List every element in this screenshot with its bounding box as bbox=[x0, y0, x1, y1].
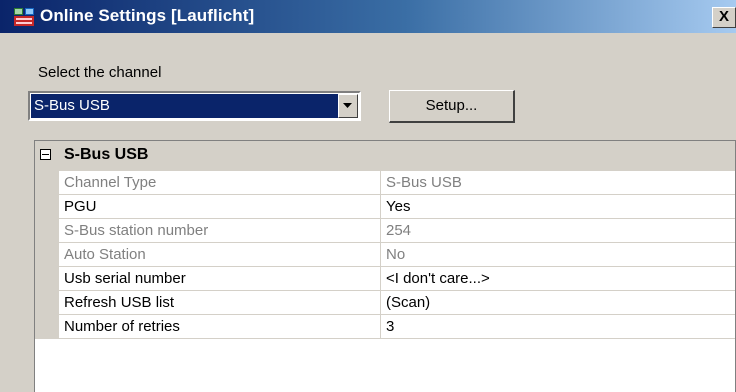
close-button[interactable]: X bbox=[712, 7, 736, 28]
property-row-usb-serial[interactable]: Usb serial number <I don't care...> bbox=[35, 267, 736, 291]
property-value[interactable]: 3 bbox=[386, 315, 394, 338]
property-value: 254 bbox=[386, 222, 412, 239]
property-name: Refresh USB list bbox=[64, 291, 381, 314]
window-title: Online Settings [Lauflicht] bbox=[40, 6, 255, 25]
collapse-icon[interactable] bbox=[40, 149, 51, 160]
property-row-channel-type[interactable]: Channel Type S-Bus USB bbox=[35, 171, 736, 195]
property-name: Channel Type bbox=[64, 171, 381, 194]
property-row-pgu[interactable]: PGU Yes bbox=[35, 195, 736, 219]
dropdown-arrow-button[interactable] bbox=[338, 94, 358, 118]
property-rows: Channel Type S-Bus USB PGU Yes S-Bus sta… bbox=[35, 171, 736, 339]
property-name: PGU bbox=[64, 195, 381, 218]
row-gutter bbox=[35, 243, 59, 267]
property-name: Usb serial number bbox=[64, 267, 381, 290]
property-group-header[interactable]: S-Bus USB bbox=[35, 141, 736, 171]
row-gutter bbox=[35, 171, 59, 195]
channel-select-label: Select the channel bbox=[38, 64, 162, 81]
property-value: No bbox=[386, 246, 406, 263]
row-gutter bbox=[35, 267, 59, 291]
property-row-retries[interactable]: Number of retries 3 bbox=[35, 315, 736, 339]
property-group-title: S-Bus USB bbox=[64, 146, 149, 163]
property-value: S-Bus USB bbox=[386, 174, 462, 191]
online-settings-window: Online Settings [Lauflicht] X Select the… bbox=[0, 0, 736, 392]
property-name: Auto Station bbox=[64, 243, 381, 266]
row-gutter bbox=[35, 195, 59, 219]
property-row-refresh-usb[interactable]: Refresh USB list (Scan) bbox=[35, 291, 736, 315]
property-grid: S-Bus USB Channel Type S-Bus USB PGU Yes… bbox=[34, 140, 736, 392]
channel-combobox[interactable]: S-Bus USB bbox=[28, 91, 361, 121]
property-row-auto-station[interactable]: Auto Station No bbox=[35, 243, 736, 267]
property-value[interactable]: Yes bbox=[386, 195, 410, 218]
row-gutter bbox=[35, 291, 59, 315]
title-bar[interactable]: Online Settings [Lauflicht] X bbox=[0, 0, 736, 33]
property-row-station-number[interactable]: S-Bus station number 254 bbox=[35, 219, 736, 243]
property-value[interactable]: <I don't care...> bbox=[386, 267, 490, 290]
row-gutter bbox=[35, 219, 59, 243]
property-name: S-Bus station number bbox=[64, 219, 381, 242]
property-name: Number of retries bbox=[64, 315, 381, 338]
app-icon bbox=[14, 8, 34, 26]
setup-button[interactable]: Setup... bbox=[389, 90, 515, 123]
chevron-down-icon bbox=[343, 103, 352, 108]
channel-combobox-value[interactable]: S-Bus USB bbox=[31, 94, 339, 118]
property-value[interactable]: (Scan) bbox=[386, 291, 430, 314]
row-gutter bbox=[35, 315, 59, 339]
